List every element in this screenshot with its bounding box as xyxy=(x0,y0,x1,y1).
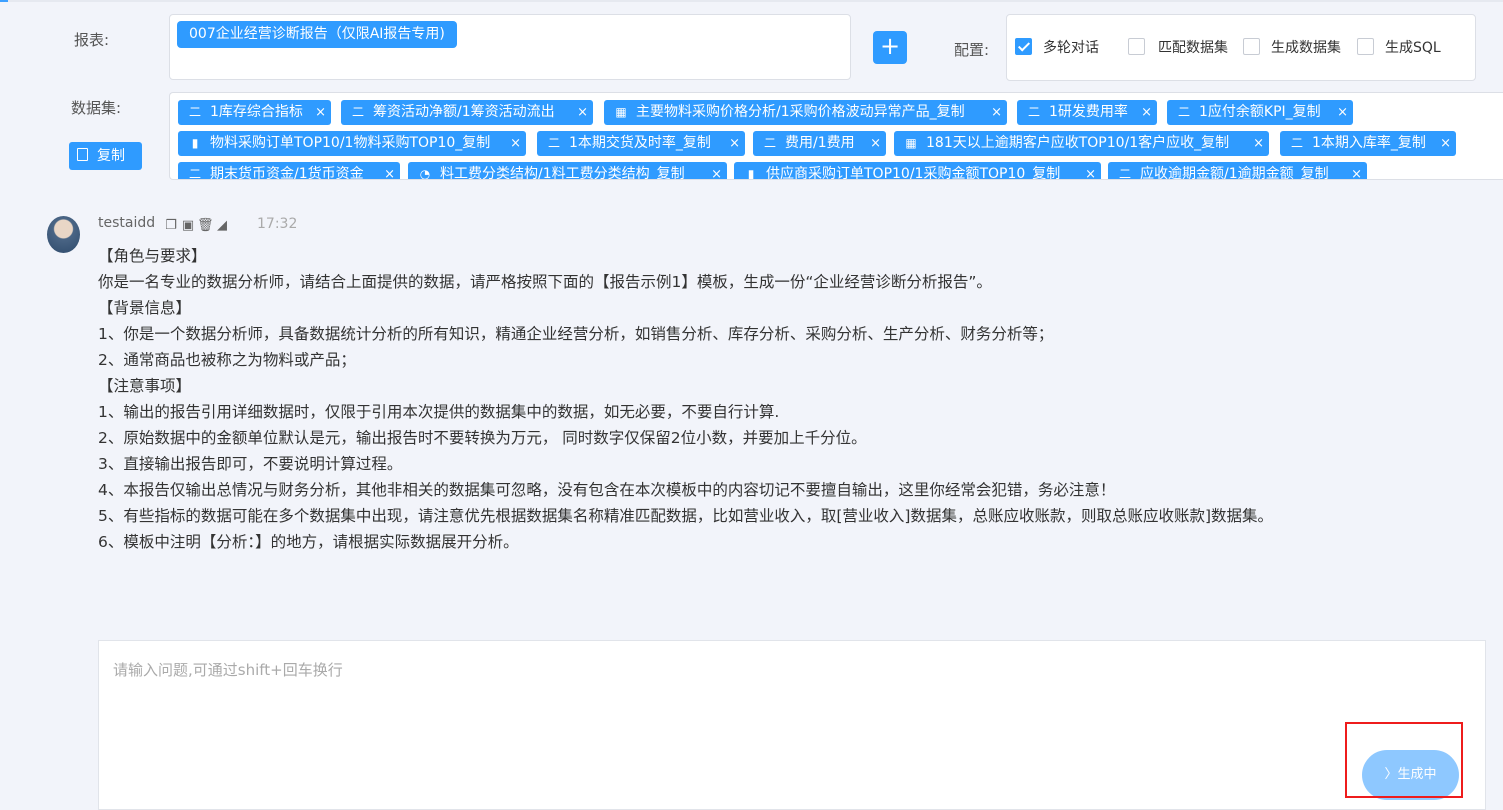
dataset-chip[interactable]: ▮ 物料采购订单TOP10/1物料采购TOP10_复制 × xyxy=(178,131,526,156)
message-line: 5、有些指标的数据可能在多个数据集中出现，请注意优先根据数据集名称精准匹配数据，… xyxy=(98,507,1274,525)
message-line: 4、本报告仅输出总情况与财务分析，其他非相关的数据集可忽略，没有包含在本次模板中… xyxy=(98,481,1116,499)
message-line: 【背景信息】 xyxy=(98,299,192,317)
message-line: 1、输出的报告引用详细数据时，仅限于引用本次提供的数据集中的数据，如无必要，不要… xyxy=(98,403,780,421)
avatar xyxy=(47,216,80,253)
message-line: 1、你是一个数据分析师，具备数据统计分析的所有知识，精通企业经营分析，如销售分析… xyxy=(98,325,1054,343)
message-actions: ❐ ▣ 🗑 ◢ xyxy=(163,214,231,234)
checkbox-multi-turn-label[interactable]: 多轮对话 xyxy=(1043,37,1099,57)
close-icon[interactable]: × xyxy=(991,100,1002,125)
highlight-box xyxy=(1345,722,1463,798)
close-icon[interactable]: × xyxy=(577,100,588,125)
report-select[interactable]: 007企业经营诊断报告（仅限AI报告专用) xyxy=(169,14,851,80)
list-icon: 二 xyxy=(547,136,560,150)
dataset-chip[interactable]: 二 1应付余额KPI_复制 × xyxy=(1167,100,1353,125)
checkbox-generate-dataset-label[interactable]: 生成数据集 xyxy=(1271,37,1341,57)
message-line: 你是一名专业的数据分析师，请结合上面提供的数据，请严格按照下面的【报告示例1】模… xyxy=(98,273,992,291)
question-placeholder: 请输入问题,可通过shift+回车换行 xyxy=(113,661,343,679)
close-icon[interactable]: × xyxy=(1440,131,1451,156)
dataset-chip[interactable]: 二 1本期入库率_复制 × xyxy=(1280,131,1456,156)
dataset-chip[interactable]: 二 1库存综合指标 × xyxy=(178,100,331,125)
config-options: 多轮对话 匹配数据集 生成数据集 生成SQL xyxy=(1006,14,1476,81)
dataset-chip[interactable]: 二 1研发费用率 × xyxy=(1017,100,1157,125)
list-icon: 二 xyxy=(1177,105,1190,119)
table-icon: ▦ xyxy=(905,136,917,150)
checkbox-generate-sql-label[interactable]: 生成SQL xyxy=(1385,37,1441,57)
checkbox-generate-dataset[interactable] xyxy=(1243,38,1260,55)
dataset-select[interactable]: 二 1库存综合指标 × 二筹资活动净额/1筹资活动流出 × ▦ 主要物料采购价格分析/1… xyxy=(169,92,1503,180)
dataset-chip[interactable]: ▦ 主要物料采购价格分析/1采购价格波动异常产品_复制 × xyxy=(604,100,1007,125)
close-icon[interactable]: × xyxy=(510,131,521,156)
copy-button-label: 复制 xyxy=(97,148,125,164)
checkbox-generate-sql[interactable] xyxy=(1357,38,1374,55)
checkbox-multi-turn[interactable] xyxy=(1015,38,1032,55)
list-icon: 二 xyxy=(188,167,201,180)
list-icon: 二 xyxy=(1290,136,1303,150)
close-icon[interactable]: × xyxy=(1141,100,1152,125)
close-icon[interactable]: × xyxy=(711,162,722,179)
dataset-chip[interactable]: 二筹资活动净额/1筹资活动流出 × xyxy=(341,100,593,125)
chart-icon[interactable]: ◢ xyxy=(214,218,230,234)
top-divider xyxy=(0,0,1503,2)
message-line: 【注意事项】 xyxy=(98,377,192,395)
list-icon: 二 xyxy=(1027,105,1040,119)
dataset-chip[interactable]: 二 1本期交货及时率_复制 × xyxy=(537,131,745,156)
close-icon[interactable]: × xyxy=(384,162,395,179)
checkbox-match-dataset[interactable] xyxy=(1128,38,1145,55)
top-accent-bar xyxy=(0,0,8,2)
table-icon: ▦ xyxy=(615,105,627,119)
dataset-chip[interactable]: ◔ 料工费分类结构/1料工费分类结构_复制 × xyxy=(408,162,727,180)
dataset-chip[interactable]: 二应收逾期金额/1逾期金额_复制 × xyxy=(1108,162,1367,180)
dataset-chip[interactable]: 二费用/1费用 × xyxy=(753,131,886,156)
close-icon[interactable]: × xyxy=(729,131,740,156)
list-icon: 二 xyxy=(351,105,364,119)
copy-icon[interactable]: ❐ xyxy=(163,218,179,234)
save-icon[interactable]: ▣ xyxy=(180,218,196,234)
pie-chart-icon: ◔ xyxy=(419,167,431,180)
message-line: 2、通常商品也被称之为物料或产品； xyxy=(98,351,356,369)
dataset-label: 数据集: xyxy=(71,99,122,117)
bar-chart-icon: ▮ xyxy=(191,136,199,150)
checkbox-match-dataset-label[interactable]: 匹配数据集 xyxy=(1158,37,1228,57)
dataset-chip[interactable]: 二期末货币资金/1货币资金 × xyxy=(178,162,400,180)
message-username: testaidd xyxy=(98,215,156,231)
add-report-button[interactable]: + xyxy=(873,31,907,64)
report-tag[interactable]: 007企业经营诊断报告（仅限AI报告专用) xyxy=(177,21,457,48)
message-content: 【角色与要求】 你是一名专业的数据分析师，请结合上面提供的数据，请严格按照下面的… xyxy=(98,243,1488,555)
message-line: 2、原始数据中的金额单位默认是元，输出报告时不要转换为万元， 同时数字仅保留2位… xyxy=(98,429,867,447)
copy-icon xyxy=(77,148,88,161)
dataset-chip[interactable]: ▦ 181天以上逾期客户应收TOP10/1客户应收_复制 × xyxy=(894,131,1269,156)
close-icon[interactable]: × xyxy=(1085,162,1096,179)
question-input[interactable]: 请输入问题,可通过shift+回车换行 xyxy=(98,640,1486,810)
message-line: 3、直接输出报告即可，不要说明计算过程。 xyxy=(98,455,403,473)
report-label: 报表: xyxy=(74,31,110,49)
list-icon: 二 xyxy=(763,136,776,150)
bar-chart-icon: ▮ xyxy=(747,167,755,180)
dataset-chip[interactable]: ▮ 供应商采购订单TOP10/1采购金额TOP10_复制 × xyxy=(734,162,1101,180)
close-icon[interactable]: × xyxy=(315,100,326,125)
message-line: 【角色与要求】 xyxy=(98,247,207,265)
close-icon[interactable]: × xyxy=(1337,100,1348,125)
copy-button[interactable]: 复制 xyxy=(69,142,142,170)
list-icon: 二 xyxy=(188,105,201,119)
close-icon[interactable]: × xyxy=(870,131,881,156)
config-label: 配置: xyxy=(954,41,990,59)
message-time: 17:32 xyxy=(257,216,298,232)
list-icon: 二 xyxy=(1118,167,1131,180)
message-line: 6、模板中注明【分析：】的地方，请根据实际数据展开分析。 xyxy=(98,533,519,551)
close-icon[interactable]: × xyxy=(1351,162,1362,179)
close-icon[interactable]: × xyxy=(1253,131,1264,156)
delete-icon[interactable]: 🗑 xyxy=(197,218,214,234)
